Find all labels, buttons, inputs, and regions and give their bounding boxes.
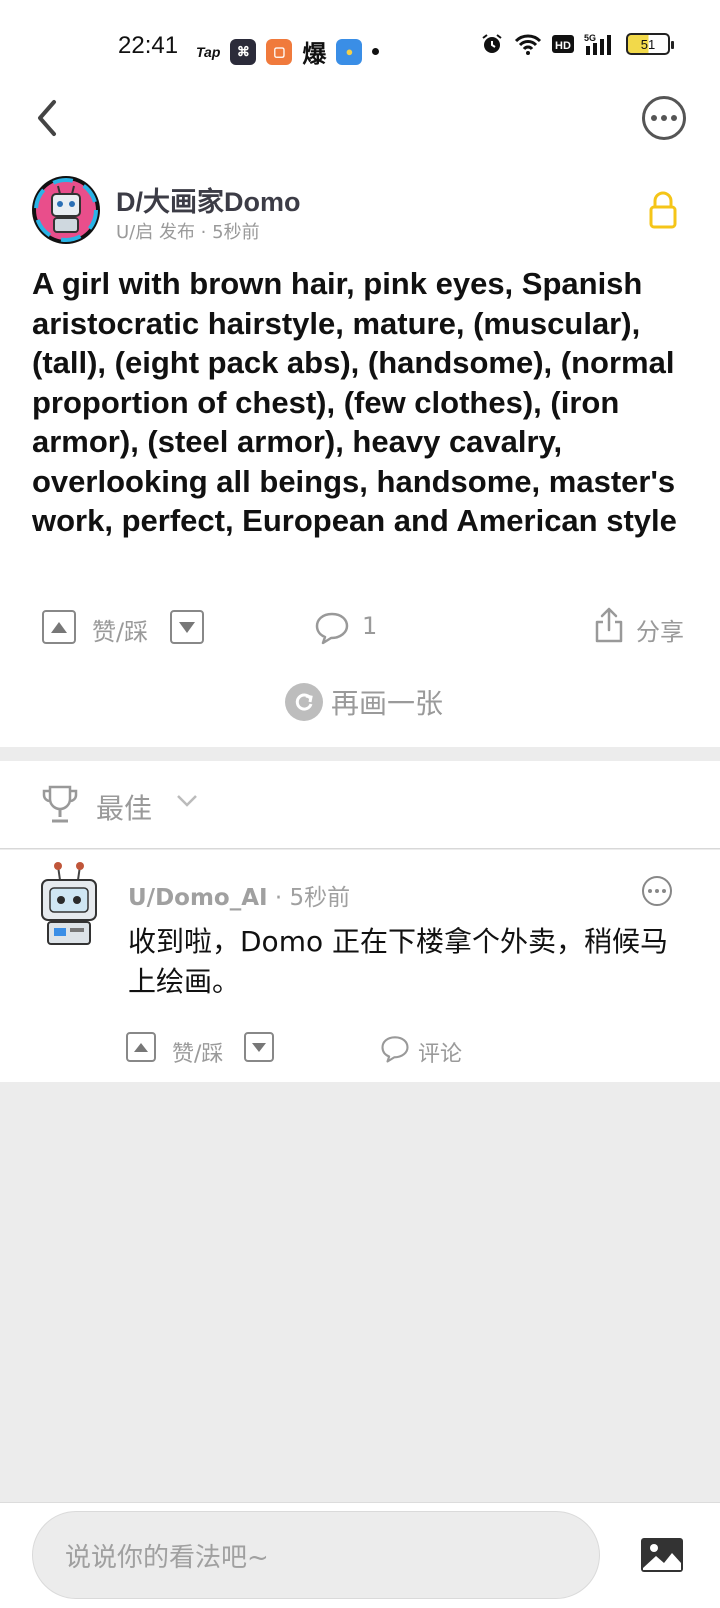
more-options-button[interactable] [642, 96, 686, 140]
comment-icon[interactable] [314, 610, 350, 646]
comment-actions: 赞/踩 评论 [0, 1028, 720, 1068]
comment-meta: U/Domo_AI · 5秒前 [128, 878, 350, 912]
reply-label[interactable]: 评论 [418, 1036, 462, 1068]
back-arrow-icon[interactable] [30, 98, 70, 138]
game-app-icon: ⌘ [230, 38, 257, 65]
share-label[interactable]: 分享 [636, 612, 684, 647]
comment-more-button[interactable] [642, 876, 672, 906]
notification-icons: Tap ⌘ ▢ 爆 ● [196, 34, 380, 69]
downvote-button[interactable] [170, 610, 204, 644]
comment-composer: 说说你的看法吧~ [0, 1502, 720, 1608]
more-dot-icon [661, 115, 667, 121]
chevron-down-icon[interactable] [176, 793, 198, 809]
more-dot-icon [671, 115, 677, 121]
comment-username[interactable]: U/Domo_AI [128, 885, 268, 911]
redraw-label: 再画一张 [331, 687, 444, 720]
author-avatar[interactable] [32, 176, 100, 244]
system-icons: HD 5G 51 [480, 32, 674, 56]
post-meta: U/启 发布 · 5秒前 [116, 222, 260, 243]
comment-time: · 5秒前 [267, 885, 351, 911]
comment-item: U/Domo_AI · 5秒前 收到啦，Domo 正在下楼拿个外卖，稍候马上绘画… [0, 850, 720, 1082]
redraw-button[interactable]: 再画一张 [285, 682, 443, 722]
comment-count[interactable]: 1 [362, 612, 377, 640]
bao-app-icon: 爆 [302, 40, 327, 68]
upvote-button[interactable] [42, 610, 76, 644]
comment-sort-bar: 最佳 [0, 761, 720, 849]
more-dot-icon [651, 115, 657, 121]
status-time: 22:41 [118, 32, 179, 59]
comment-upvote-button[interactable] [126, 1032, 156, 1062]
downvote-arrow-icon [252, 1042, 266, 1052]
bird-app-icon: ● [336, 38, 363, 65]
downvote-arrow-icon [179, 621, 195, 633]
alarm-icon [482, 34, 502, 53]
svg-text:5G: 5G [584, 33, 596, 43]
more-dot-icon [662, 889, 666, 893]
more-notifications-dot-icon [372, 48, 380, 55]
section-divider [0, 747, 720, 761]
wifi-icon [514, 34, 542, 55]
signal-5g-icon: 5G [584, 33, 611, 55]
comment-input[interactable]: 说说你的看法吧~ [32, 1511, 600, 1599]
lock-icon[interactable] [648, 190, 678, 230]
status-bar: 22:41 Tap ⌘ ▢ 爆 ● HD 5G 51 [0, 0, 720, 96]
battery-indicator: 51 [626, 33, 674, 55]
post-actions: 赞/踩 1 分享 [0, 604, 720, 654]
post-prompt-text: A girl with brown hair, pink eyes, Spani… [32, 266, 677, 538]
author-name[interactable]: D/大画家Domo [116, 180, 301, 219]
comment-text: 收到啦，Domo 正在下楼拿个外卖，稍候马上绘画。 [128, 925, 668, 998]
book-app-icon: ▢ [266, 38, 293, 65]
top-nav [0, 96, 720, 176]
hd-icon: HD [552, 35, 574, 53]
comment-vote-label: 赞/踩 [172, 1042, 224, 1067]
share-icon[interactable] [594, 606, 624, 644]
comment-downvote-button[interactable] [244, 1032, 274, 1062]
more-dot-icon [648, 889, 652, 893]
upvote-arrow-icon [134, 1042, 148, 1052]
upvote-arrow-icon [51, 621, 67, 633]
domo-robot-avatar[interactable] [34, 862, 104, 948]
post-author: D/大画家Domo U/启 发布 · 5秒前 [32, 176, 692, 246]
robot-avatar-icon [34, 178, 98, 242]
more-dot-icon [655, 889, 659, 893]
svg-text:HD: HD [555, 40, 571, 52]
trophy-icon [42, 785, 78, 823]
tap-app-icon: Tap [196, 43, 221, 60]
refresh-icon [285, 683, 323, 721]
vote-label: 赞/踩 [92, 618, 149, 646]
sort-label[interactable]: 最佳 [96, 787, 152, 827]
image-upload-icon[interactable] [640, 1537, 684, 1573]
reply-icon[interactable] [380, 1034, 410, 1064]
